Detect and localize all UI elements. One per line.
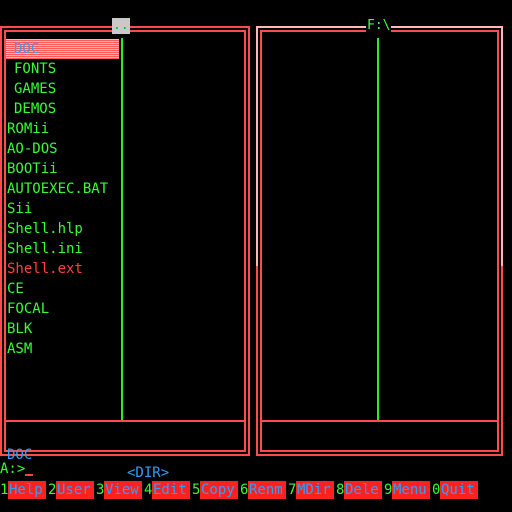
function-key-label: Edit	[152, 481, 190, 499]
file-item[interactable]: AO-DOS	[6, 139, 119, 159]
file-item[interactable]: Shell.ext	[6, 259, 119, 279]
file-item[interactable]: DEMOS	[6, 99, 119, 119]
left-panel-status-divider	[4, 420, 246, 422]
function-key-view[interactable]: 3 View	[96, 480, 142, 500]
function-key-label: Copy	[200, 481, 238, 499]
left-file-list[interactable]: DOC FONTS GAMES DEMOS ROMii AO-DOS BOOTii AUTOE…	[6, 39, 119, 359]
function-key-menu[interactable]: 9 Menu	[384, 480, 430, 500]
right-panel-title: F:\	[366, 18, 392, 34]
text-cursor	[25, 474, 34, 476]
right-file-panel[interactable]: F:\	[256, 18, 503, 456]
file-item[interactable]: BLK	[6, 319, 119, 339]
file-item[interactable]: CE	[6, 279, 119, 299]
file-item[interactable]: Shell.hlp	[6, 219, 119, 239]
file-item[interactable]: FONTS	[6, 59, 119, 79]
function-key-label: View	[104, 481, 142, 499]
function-key-label: Quit	[440, 481, 478, 499]
left-panel-column-divider	[121, 38, 123, 422]
function-key-quit[interactable]: 0 Quit	[432, 480, 478, 500]
file-item[interactable]: ASM	[6, 339, 119, 359]
function-key-help[interactable]: 1 Help	[0, 480, 46, 500]
right-panel-inner-border	[260, 30, 499, 452]
function-key-label: User	[56, 481, 94, 499]
function-key-number: 6	[240, 482, 249, 498]
file-item[interactable]: Sii	[6, 199, 119, 219]
function-key-label: MDir	[296, 481, 334, 499]
file-item[interactable]: BOOTii	[6, 159, 119, 179]
function-key-number: 9	[384, 482, 393, 498]
command-prompt: A:>	[0, 461, 26, 477]
function-key-dele[interactable]: 8 Dele	[336, 480, 382, 500]
function-key-label: Dele	[344, 481, 382, 499]
file-item[interactable]: AUTOEXEC.BAT	[6, 179, 119, 199]
left-file-panel[interactable]: .. DOC FONTS GAMES DEMOS ROMii AO-DOS BOOTii AU…	[0, 18, 250, 481]
commander-screen: .. DOC FONTS GAMES DEMOS ROMii AO-DOS BOOTii AU…	[0, 0, 512, 512]
function-key-copy[interactable]: 5 Copy	[192, 480, 238, 500]
function-key-label: Renm	[248, 481, 286, 499]
file-item[interactable]: ROMii	[6, 119, 119, 139]
function-key-renm[interactable]: 6 Renm	[240, 480, 286, 500]
function-key-number: 8	[336, 482, 345, 498]
file-item[interactable]: FOCAL	[6, 299, 119, 319]
right-panel-column-divider	[377, 38, 379, 422]
command-line[interactable]: A:>	[0, 460, 34, 478]
file-item[interactable]: GAMES	[6, 79, 119, 99]
function-key-number: 1	[0, 482, 9, 498]
function-key-number: 2	[48, 482, 57, 498]
function-key-number: 5	[192, 482, 201, 498]
right-panel-status-divider	[260, 420, 499, 422]
function-key-label: Menu	[392, 481, 430, 499]
function-key-number: 0	[432, 482, 441, 498]
left-panel-status: DOC <DIR>	[7, 428, 240, 481]
function-key-bar: 1 Help 2 User 3 View 4 Edit 5 Copy 6 Renm 7 MDir 8 Dele…	[0, 480, 512, 500]
file-item[interactable]: Shell.ini	[6, 239, 119, 259]
function-key-edit[interactable]: 4 Edit	[144, 480, 190, 500]
function-key-number: 7	[288, 482, 297, 498]
file-item-selected[interactable]: DOC	[6, 39, 119, 59]
function-key-number: 4	[144, 482, 153, 498]
left-panel-title: ..	[112, 18, 130, 34]
function-key-user[interactable]: 2 User	[48, 480, 94, 500]
function-key-mdir[interactable]: 7 MDir	[288, 480, 334, 500]
function-key-number: 3	[96, 482, 105, 498]
function-key-label: Help	[8, 481, 46, 499]
